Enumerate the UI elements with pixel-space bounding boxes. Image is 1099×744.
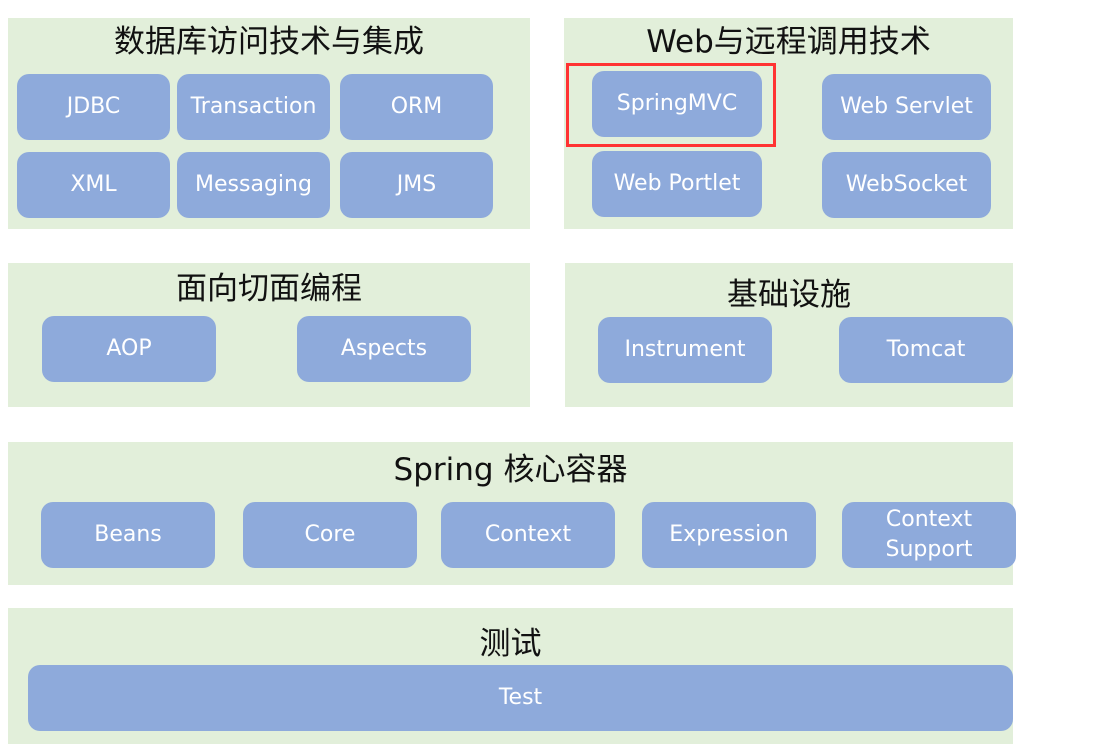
- panel-web: Web与远程调用技术 SpringMVC Web Servlet Web Por…: [564, 18, 1013, 229]
- module-context-support: Context Support: [842, 502, 1016, 568]
- module-test: Test: [28, 665, 1013, 731]
- module-beans: Beans: [41, 502, 215, 568]
- panel-title: 数据库访问技术与集成: [114, 24, 424, 60]
- panel-core-container: Spring 核心容器 Beans Core Context Expressio…: [8, 442, 1016, 585]
- module-websocket: WebSocket: [822, 152, 991, 218]
- panel-title: 面向切面编程: [176, 271, 362, 307]
- module-expression: Expression: [642, 502, 816, 568]
- module-orm: ORM: [340, 74, 493, 140]
- module-web-portlet: Web Portlet: [592, 151, 762, 217]
- module-aop: AOP: [42, 316, 216, 382]
- module-jdbc: JDBC: [17, 74, 170, 140]
- module-tomcat: Tomcat: [839, 317, 1013, 383]
- module-web-servlet: Web Servlet: [822, 74, 991, 140]
- panel-aop: 面向切面编程 AOP Aspects: [8, 263, 530, 407]
- panel-title: Web与远程调用技术: [646, 24, 931, 60]
- module-xml: XML: [17, 152, 170, 218]
- module-instrument: Instrument: [598, 317, 772, 383]
- module-messaging: Messaging: [177, 152, 330, 218]
- panel-test: 测试 Test: [8, 608, 1013, 744]
- module-context: Context: [441, 502, 615, 568]
- panel-data-access: 数据库访问技术与集成 JDBC Transaction ORM XML Mess…: [8, 18, 530, 229]
- module-core: Core: [243, 502, 417, 568]
- module-aspects: Aspects: [297, 316, 471, 382]
- panel-title: Spring 核心容器: [393, 452, 628, 488]
- module-transaction: Transaction: [177, 74, 330, 140]
- panel-title: 测试: [479, 626, 542, 662]
- module-jms: JMS: [340, 152, 493, 218]
- panel-infrastructure: 基础设施 Instrument Tomcat: [565, 263, 1013, 407]
- panel-title: 基础设施: [727, 277, 851, 313]
- module-springmvc: SpringMVC: [592, 71, 762, 137]
